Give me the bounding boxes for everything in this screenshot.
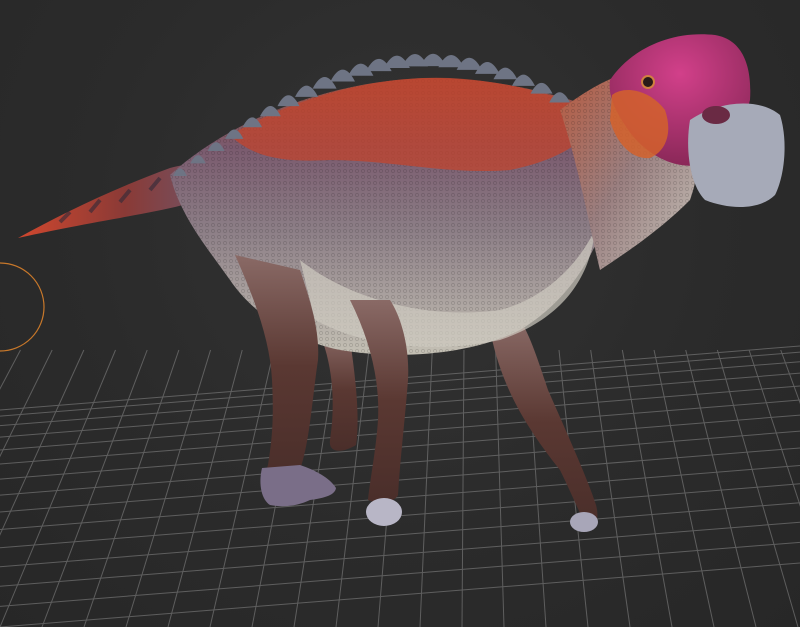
dinosaur-model[interactable] xyxy=(18,34,785,532)
grid-line xyxy=(0,521,800,587)
grid-line xyxy=(495,349,505,627)
grid-line xyxy=(653,349,715,627)
grid-line xyxy=(125,349,212,627)
grid-line xyxy=(167,349,243,627)
dorsal-spike xyxy=(474,62,500,74)
dorsal-spike xyxy=(493,67,518,80)
viewport-canvas[interactable] xyxy=(0,0,800,627)
dorsal-spike xyxy=(277,95,300,107)
dorsal-spike xyxy=(456,57,482,70)
orbit-ring-icon[interactable] xyxy=(0,262,45,352)
front-far-foot xyxy=(570,512,598,532)
dorsal-spike xyxy=(549,92,571,103)
grid-line xyxy=(716,349,799,627)
grid-line xyxy=(748,349,800,507)
3d-viewport[interactable] xyxy=(0,0,800,627)
eye xyxy=(641,75,655,89)
grid-line xyxy=(590,349,631,627)
rear-near-foot xyxy=(260,465,336,507)
nostril xyxy=(702,106,730,124)
beak xyxy=(688,103,785,207)
grid-line xyxy=(0,465,800,531)
grid-line xyxy=(0,562,800,627)
dorsal-spike xyxy=(259,105,281,117)
front-near-foot xyxy=(366,498,402,526)
grid-line xyxy=(0,541,800,607)
grid-line xyxy=(621,349,673,627)
grid-line xyxy=(461,349,465,627)
grid-line xyxy=(780,349,800,405)
